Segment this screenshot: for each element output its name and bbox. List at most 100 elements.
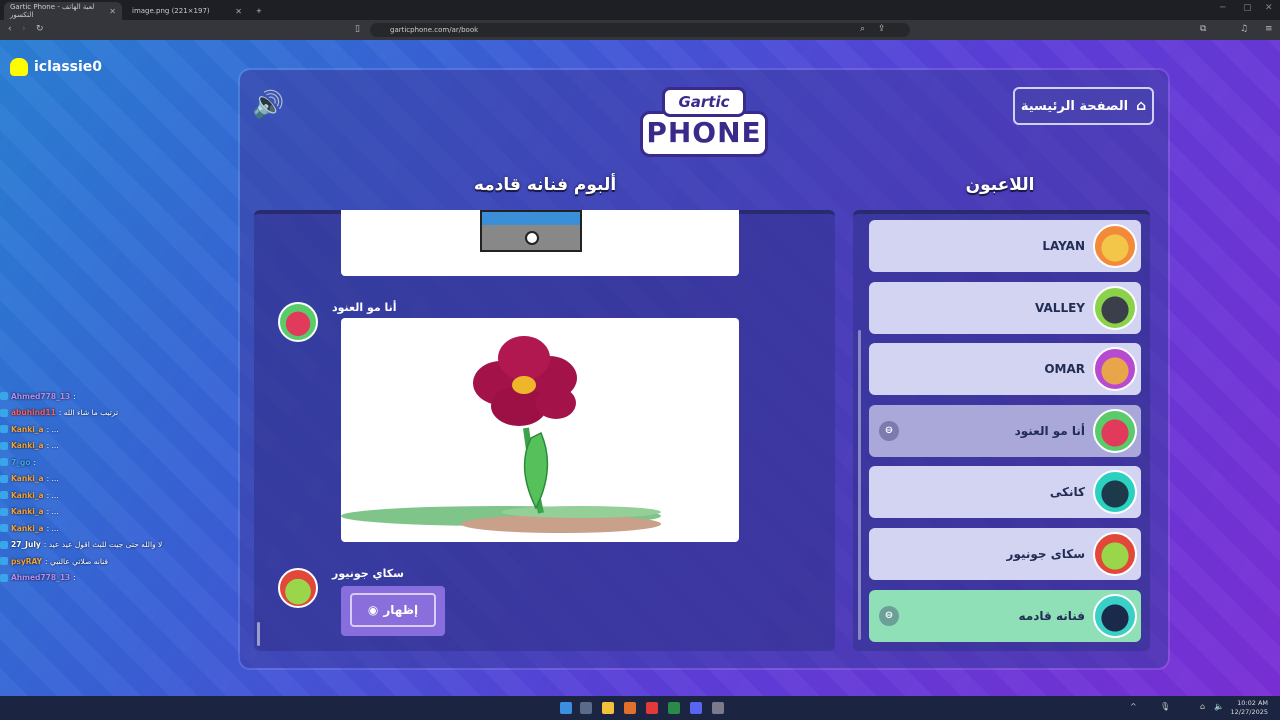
- logo-phone-text: PHONE: [640, 111, 768, 157]
- kick-player-icon[interactable]: ⊖: [879, 420, 899, 441]
- flower-drawing-card: [341, 318, 739, 542]
- chat-badge-icon: [0, 392, 8, 401]
- chat-username: Ahmed778_13: [11, 391, 71, 401]
- album-title: ألبوم فنانه قادمه: [473, 175, 617, 195]
- chat-badge-icon: [0, 441, 8, 450]
- network-icon[interactable]: ⌂: [1200, 702, 1205, 711]
- reload-icon[interactable]: ↻: [36, 24, 44, 34]
- app-icon[interactable]: [712, 702, 724, 714]
- player-row[interactable]: أنا مو العنود ⊖: [869, 404, 1141, 457]
- snapchat-icon: [10, 58, 28, 76]
- media-icon[interactable]: ♫: [1240, 24, 1248, 34]
- player-name: أنا مو العنود: [1014, 423, 1085, 438]
- mic-icon[interactable]: 🎙: [1160, 702, 1170, 711]
- player-row[interactable]: فنانه قادمه ⊖: [869, 589, 1141, 642]
- file-explorer-icon[interactable]: [602, 702, 614, 714]
- chat-message: :: [33, 457, 37, 467]
- clock-time: 10:02 AM: [1237, 699, 1268, 707]
- url-text: garticphone.com/ar/book: [390, 26, 479, 34]
- chat-badge-icon: [0, 425, 8, 434]
- bookmark-icon[interactable]: ▯: [355, 24, 360, 34]
- ghost-avatar: [1093, 470, 1137, 515]
- chat-badge-icon: [0, 540, 8, 549]
- volume-icon[interactable]: 🔈: [1214, 702, 1224, 711]
- share-icon[interactable]: ⇪: [878, 24, 886, 34]
- entry-author: سكاي جونيور: [332, 567, 404, 580]
- chat-message: : ...: [46, 441, 59, 451]
- reveal-label: إظهار: [383, 603, 419, 617]
- chat-message: : ...: [46, 523, 59, 533]
- speaker-icon[interactable]: 🔊: [252, 90, 286, 120]
- chat-badge-icon: [0, 524, 8, 533]
- chat-message: : ...: [46, 474, 59, 484]
- player-name: OMAR: [1044, 362, 1085, 377]
- app-icon[interactable]: [668, 702, 680, 714]
- windows-taskbar: ^ 🎙 ⌂ 🔈 10:02 AM 12/27/2025: [0, 696, 1280, 720]
- new-tab-icon[interactable]: +: [250, 2, 264, 20]
- url-field[interactable]: garticphone.com/ar/book: [370, 23, 910, 37]
- player-row[interactable]: كانكى: [869, 466, 1141, 519]
- gartic-phone-logo: PHONE Gartic: [640, 87, 768, 163]
- search-icon[interactable]: [580, 702, 592, 714]
- player-row[interactable]: VALLEY: [869, 281, 1141, 334]
- chat-username: Kanki_a: [11, 507, 44, 517]
- dark-avatar: [1093, 593, 1137, 638]
- streamer-name: iclassie0: [34, 59, 103, 75]
- browser-tabbar: Gartic Phone - لعبة الهاتف التكسور ✕ ima…: [0, 0, 1280, 20]
- player-name: كانكى: [1049, 485, 1085, 500]
- back-icon[interactable]: ‹: [8, 24, 12, 34]
- chat-line: 27_July: لا والله حتى جيت للبث اقول عيد …: [0, 537, 260, 554]
- phone-sketch-drawing: [480, 210, 582, 252]
- address-bar-row: ‹ › ↻ ▯ garticphone.com/ar/book ⌕ ⇪ ⧉ ♫ …: [0, 20, 1280, 40]
- logo-gartic-text: Gartic: [662, 87, 746, 117]
- eye-icon: ◉: [367, 603, 379, 617]
- chat-line: psyRAY: فنانه صلاتي عالنبي: [0, 553, 260, 570]
- brave-browser-icon[interactable]: [646, 702, 658, 714]
- chat-line: Kanki_a: ...: [0, 520, 260, 537]
- tab-image[interactable]: image.png (221×197) ✕: [126, 2, 248, 20]
- extensions-icon[interactable]: ⧉: [1200, 24, 1206, 34]
- chat-username: Kanki_a: [11, 424, 44, 434]
- player-row[interactable]: سكاى جونيور: [869, 528, 1141, 580]
- minimize-icon[interactable]: ─: [1220, 3, 1225, 13]
- chat-badge-icon: [0, 491, 8, 500]
- album-scrollbar[interactable]: [257, 622, 260, 646]
- chat-line: Kanki_a: ...: [0, 438, 260, 455]
- menu-icon[interactable]: ≡: [1265, 24, 1273, 34]
- windows-start-icon[interactable]: [560, 702, 572, 714]
- home-button[interactable]: الصفحة الرئيسية ⌂: [1013, 87, 1154, 125]
- close-icon[interactable]: ✕: [109, 7, 116, 16]
- system-clock[interactable]: 10:02 AM 12/27/2025: [1231, 699, 1268, 717]
- zoom-icon[interactable]: ⌕: [860, 24, 865, 34]
- chat-badge-icon: [0, 573, 8, 582]
- strawberry-avatar: [1093, 408, 1137, 453]
- reveal-button[interactable]: ◉ إظهار: [350, 593, 436, 627]
- chat-line: Kanki_a: ...: [0, 421, 260, 438]
- home-label: الصفحة الرئيسية: [1020, 98, 1129, 114]
- kick-player-icon[interactable]: ⊖: [879, 605, 899, 626]
- chat-badge-icon: [0, 458, 8, 467]
- player-name: سكاى جونيور: [1006, 547, 1085, 561]
- chat-badge-icon: [0, 474, 8, 483]
- discord-icon[interactable]: [690, 702, 702, 714]
- tray-chevron-icon[interactable]: ^: [1130, 702, 1137, 711]
- chat-line: Kanki_a: ...: [0, 471, 260, 488]
- player-row[interactable]: LAYAN: [869, 220, 1141, 272]
- chat-username: psyRAY: [11, 556, 43, 566]
- forward-icon[interactable]: ›: [22, 24, 26, 34]
- window-close-icon[interactable]: ✕: [1265, 3, 1273, 13]
- app-icon[interactable]: [624, 702, 636, 714]
- player-row[interactable]: OMAR: [869, 343, 1141, 396]
- chat-line: abuhind11: ترتيب ما شاء الله: [0, 405, 260, 422]
- entry-author: أنا مو العنود: [332, 301, 397, 314]
- close-icon[interactable]: ✕: [235, 7, 242, 16]
- players-scrollbar[interactable]: [858, 330, 861, 640]
- maximize-icon[interactable]: ▢: [1243, 3, 1252, 13]
- tab-gartic[interactable]: Gartic Phone - لعبة الهاتف التكسور ✕: [4, 2, 122, 20]
- pizza-avatar: [1093, 224, 1137, 268]
- player-name: LAYAN: [1042, 239, 1085, 253]
- chat-badge-icon: [0, 557, 8, 566]
- chat-username: 27_July: [11, 540, 41, 550]
- player-name: فنانه قادمه: [1018, 608, 1085, 623]
- strawberry-avatar: [278, 302, 318, 342]
